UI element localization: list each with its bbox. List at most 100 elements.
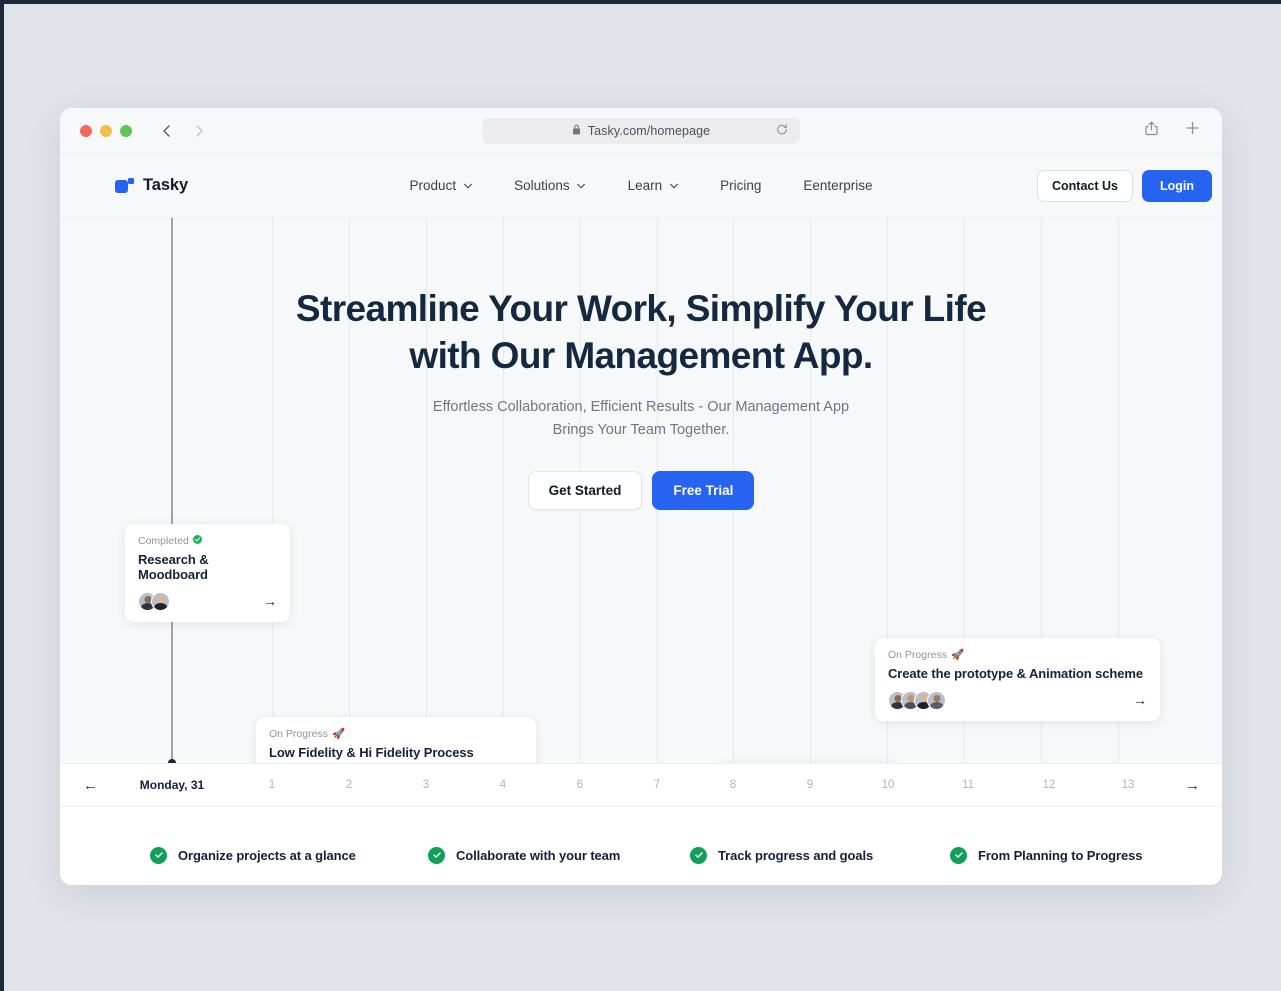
- reload-icon[interactable]: [776, 123, 788, 138]
- feature-label: Collaborate with your team: [456, 847, 621, 863]
- task-card-footer: →: [888, 690, 1147, 710]
- feature-collaborate-team: Collaborate with your team: [428, 846, 621, 864]
- feature-label: Track progress and goals: [718, 847, 874, 863]
- task-status: On Progress 🚀: [269, 728, 523, 741]
- page-title: Streamline Your Work, Simplify Your Life…: [60, 286, 1222, 379]
- feature-label: Organize projects at a glance: [178, 847, 356, 863]
- timeline-tick[interactable]: 11: [962, 779, 974, 791]
- task-status: On Progress 🚀: [888, 649, 1147, 662]
- rocket-icon: 🚀: [950, 649, 965, 661]
- check-circle-icon: [690, 846, 707, 864]
- chevron-down-icon: [463, 183, 472, 188]
- hero-subtitle: Effortless Collaboration, Efficient Resu…: [60, 396, 1222, 441]
- nav-label: Learn: [627, 178, 663, 193]
- hero-section: Streamline Your Work, Simplify Your Life…: [60, 218, 1222, 763]
- feature-track-progress: Track progress and goals: [690, 846, 874, 864]
- header-actions: Contact Us Login: [1037, 169, 1212, 202]
- chevron-down-icon: [669, 183, 678, 188]
- login-button[interactable]: Login: [1141, 169, 1212, 202]
- assignee-avatars: [138, 591, 170, 611]
- timeline-tick[interactable]: 10: [882, 779, 895, 791]
- feature-bar: Organize projects at a glance Collaborat…: [60, 807, 1222, 885]
- check-circle-icon: [150, 846, 167, 864]
- back-button[interactable]: [160, 124, 174, 138]
- timeline-tick[interactable]: 7: [654, 779, 660, 791]
- lock-icon: [572, 124, 581, 138]
- hero-copy: Streamline Your Work, Simplify Your Life…: [60, 218, 1222, 511]
- page-edge-left: [0, 0, 4, 991]
- open-task-arrow-icon[interactable]: →: [263, 594, 277, 608]
- brand-name: Tasky: [143, 176, 189, 194]
- nav-item-solutions[interactable]: Solutions: [514, 178, 586, 193]
- check-circle-icon: [428, 846, 445, 864]
- check-circle-icon: [950, 846, 967, 864]
- forward-button[interactable]: [192, 124, 206, 138]
- timeline-tick[interactable]: 2: [346, 779, 352, 791]
- timeline-tick[interactable]: 13: [1122, 779, 1135, 791]
- completed-check-icon: [192, 535, 202, 548]
- nav-label: Solutions: [514, 178, 570, 193]
- nav-item-learn[interactable]: Learn: [628, 178, 679, 193]
- task-card-footer: →: [138, 591, 277, 611]
- share-icon[interactable]: [1144, 120, 1159, 141]
- timeline-tick[interactable]: 4: [500, 779, 506, 791]
- browser-chrome-actions: [1144, 120, 1200, 141]
- timeline-next-button[interactable]: →: [1185, 778, 1200, 793]
- avatar: [151, 591, 170, 611]
- task-card-research-moodboard[interactable]: Completed Research & Moodboard →: [125, 524, 290, 622]
- headline-line-2: with Our Management App.: [409, 334, 873, 376]
- url-text: Tasky.com/homepage: [587, 123, 711, 138]
- timeline-tick[interactable]: 1: [269, 779, 275, 791]
- contact-us-button[interactable]: Contact Us: [1037, 169, 1133, 202]
- task-status-label: On Progress: [269, 728, 328, 740]
- browser-nav-arrows: [160, 124, 206, 138]
- timeline-scrubber: ← Monday, 31 1 2 3 4 6 7 8 9 10 11 12 13…: [60, 763, 1222, 807]
- browser-window: Tasky.com/homepage Tasky Product Solutio…: [60, 108, 1222, 885]
- timeline-tick-today[interactable]: Monday, 31: [140, 778, 204, 792]
- task-status: Completed: [138, 535, 277, 548]
- timeline-tick[interactable]: 12: [1043, 779, 1056, 791]
- feature-label: From Planning to Progress: [978, 847, 1143, 863]
- feature-organize-projects: Organize projects at a glance: [150, 846, 356, 864]
- site-header: Tasky Product Solutions Learn Pricing Ee…: [60, 154, 1222, 218]
- chevron-down-icon: [577, 183, 586, 188]
- timeline-tick[interactable]: 9: [807, 779, 813, 791]
- task-title: Research & Moodboard: [138, 551, 209, 582]
- address-bar[interactable]: Tasky.com/homepage: [482, 117, 800, 144]
- browser-chrome-bar: Tasky.com/homepage: [60, 108, 1222, 154]
- timeline-tick[interactable]: 3: [423, 779, 429, 791]
- task-status-label: On Progress: [888, 649, 947, 661]
- new-tab-icon[interactable]: [1185, 121, 1200, 141]
- page-edge-top: [0, 0, 1281, 4]
- nav-label: Eenterprise: [803, 178, 873, 193]
- timeline-tick-labels: Monday, 31 1 2 3 4 6 7 8 9 10 11 12 13: [60, 764, 1222, 806]
- feature-planning-to-progress: From Planning to Progress: [950, 846, 1143, 864]
- timeline-tick[interactable]: 6: [577, 779, 583, 791]
- rocket-icon: 🚀: [331, 728, 346, 740]
- traffic-light-buttons: [80, 124, 132, 137]
- task-title: Create the prototype & Animation scheme: [888, 665, 1143, 681]
- subhead-line-2: Brings Your Team Together.: [552, 421, 730, 438]
- free-trial-button[interactable]: Free Trial: [652, 471, 755, 511]
- task-status-label: Completed: [138, 535, 189, 547]
- minimize-window-button[interactable]: [100, 124, 112, 137]
- nav-label: Pricing: [720, 178, 762, 193]
- get-started-button[interactable]: Get Started: [527, 471, 643, 511]
- avatar: [927, 690, 946, 710]
- open-task-arrow-icon[interactable]: →: [1133, 693, 1147, 707]
- task-card-lofi-hifi-process[interactable]: On Progress 🚀 Low Fidelity & Hi Fidelity…: [256, 717, 536, 763]
- brand-logo[interactable]: Tasky: [115, 176, 188, 195]
- task-card-prototype-animation[interactable]: On Progress 🚀 Create the prototype & Ani…: [875, 638, 1160, 721]
- nav-label: Product: [409, 178, 457, 193]
- nav-item-enterprise[interactable]: Eenterprise: [803, 178, 872, 193]
- nav-item-pricing[interactable]: Pricing: [720, 178, 761, 193]
- tasky-logo-icon: [115, 178, 134, 193]
- main-navigation: Product Solutions Learn Pricing Eenterpr…: [410, 178, 873, 193]
- close-window-button[interactable]: [80, 124, 92, 137]
- assignee-avatars: [888, 690, 946, 710]
- timeline-tick[interactable]: 8: [730, 779, 736, 791]
- task-title: Low Fidelity & Hi Fidelity Process: [269, 744, 474, 760]
- headline-line-1: Streamline Your Work, Simplify Your Life: [295, 288, 987, 329]
- maximize-window-button[interactable]: [120, 124, 132, 137]
- nav-item-product[interactable]: Product: [410, 178, 473, 193]
